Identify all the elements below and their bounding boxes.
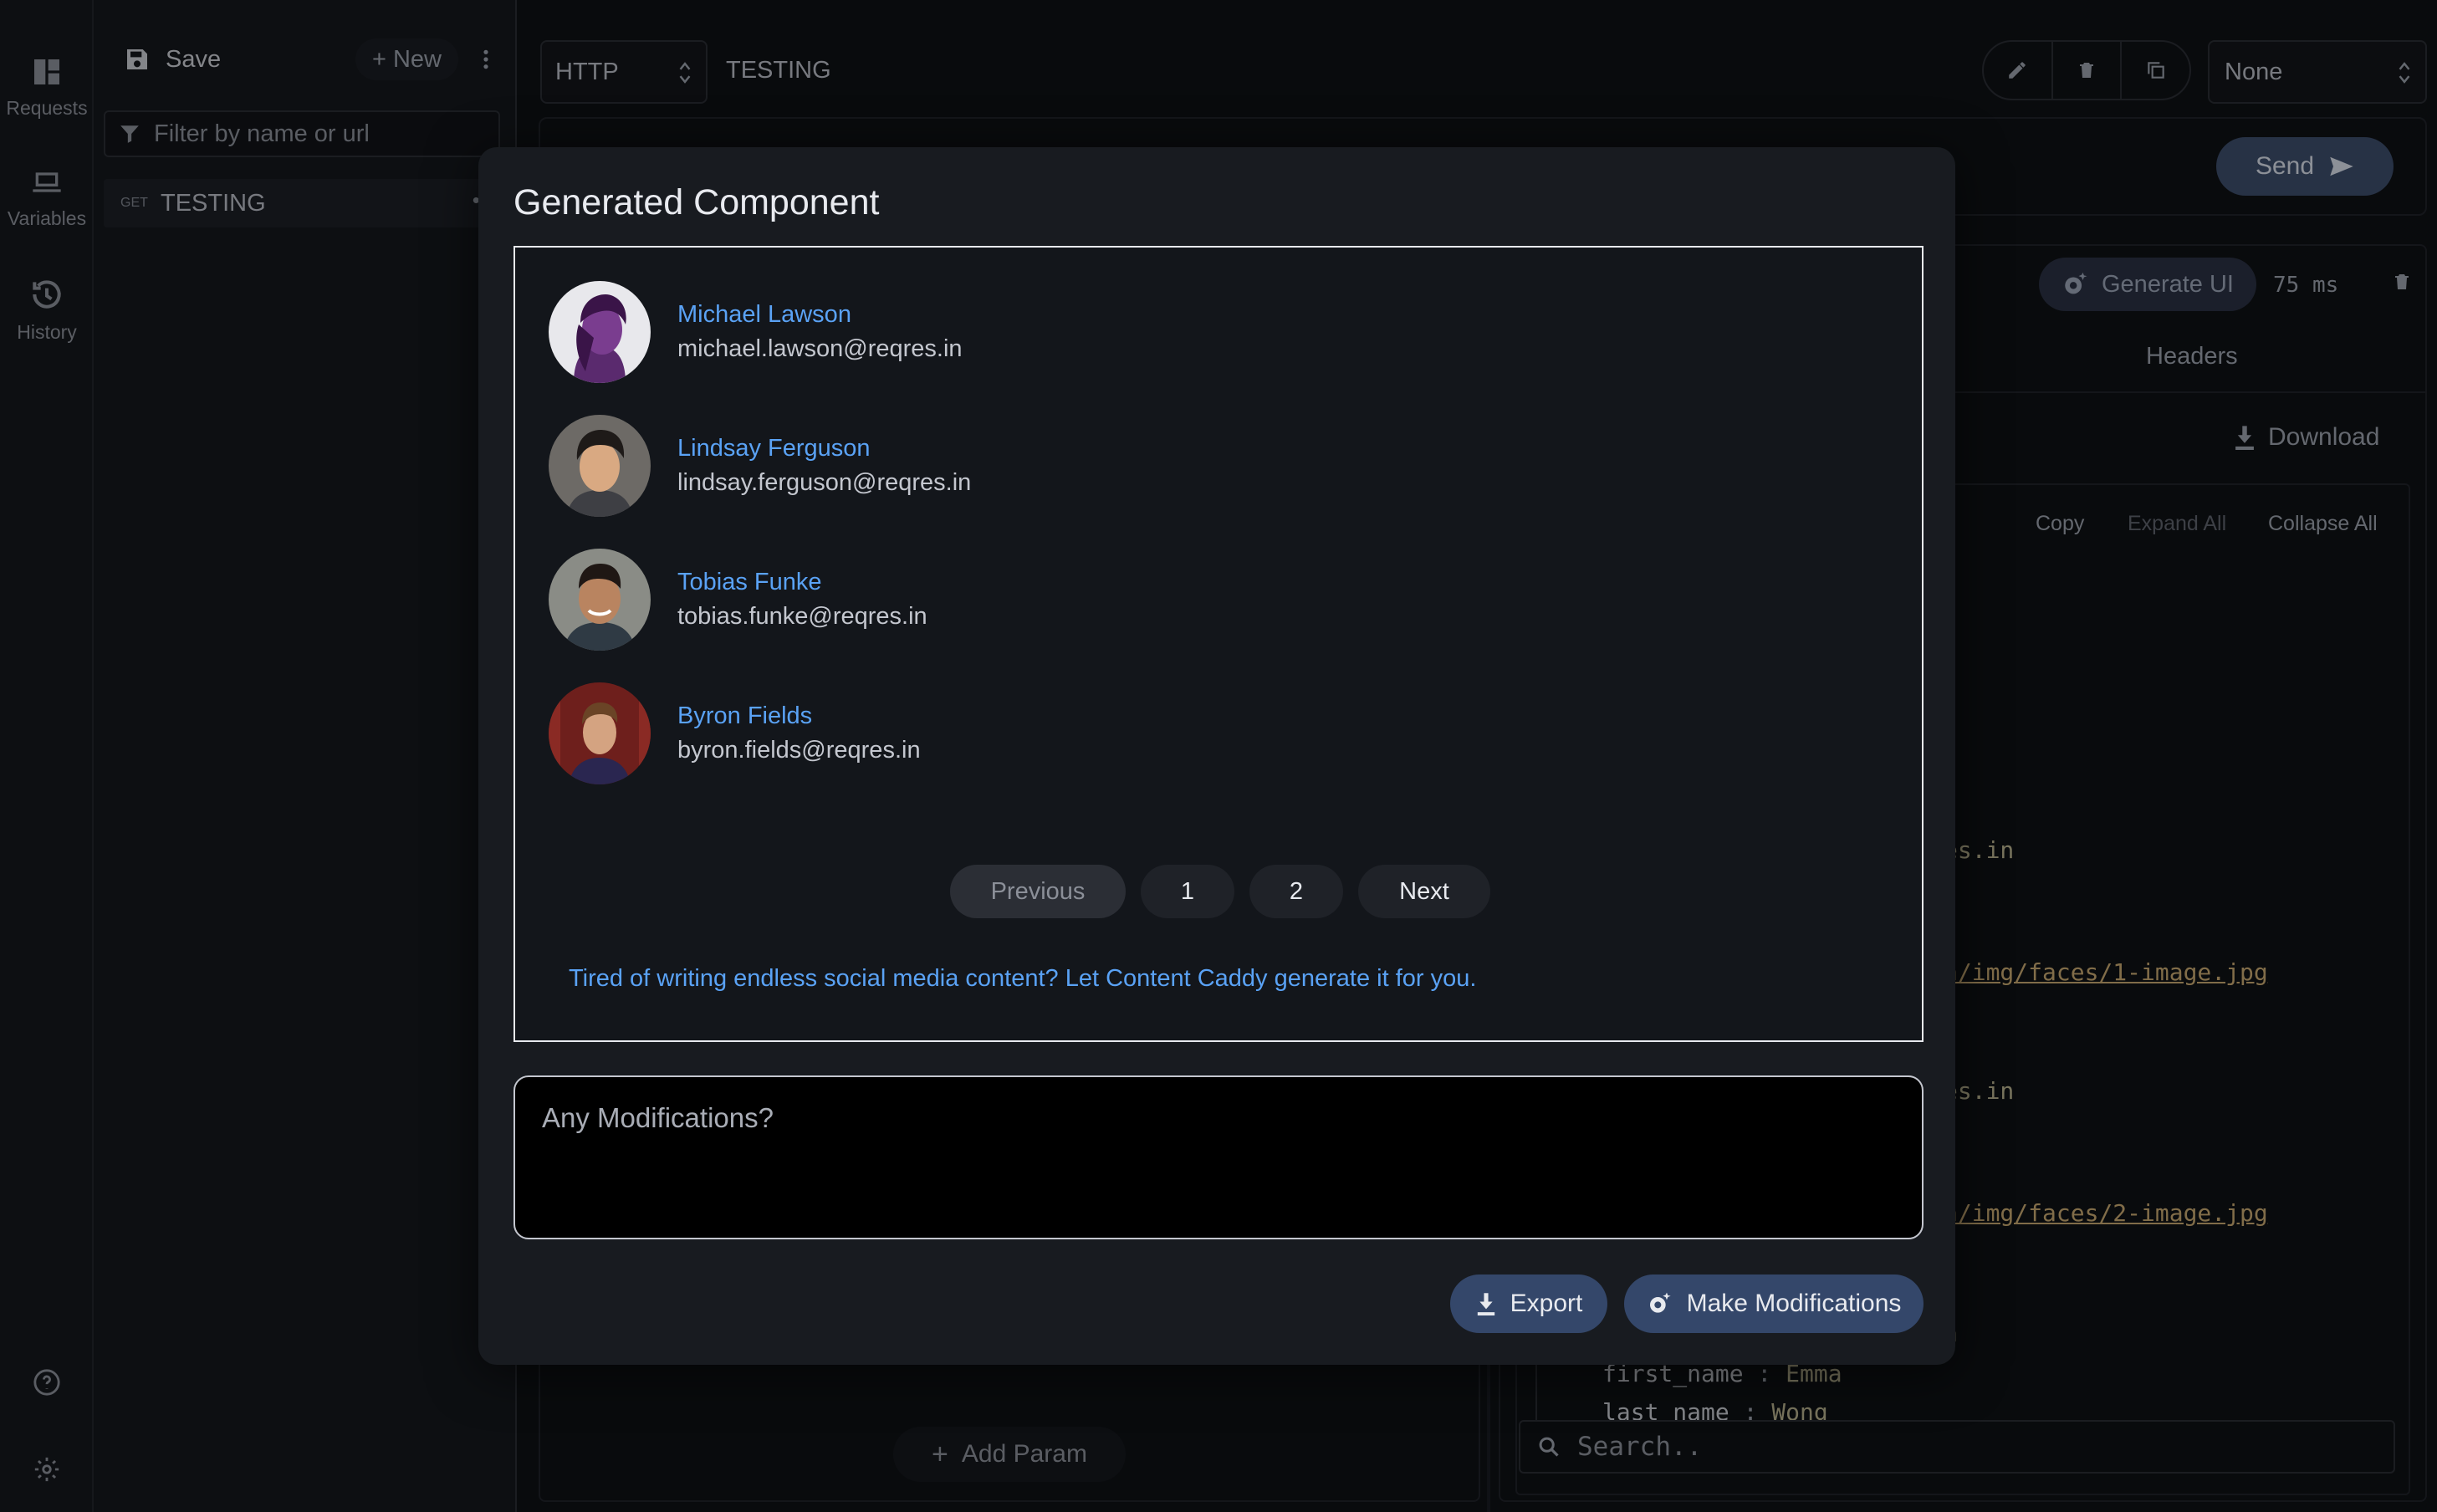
modal-title: Generated Component xyxy=(513,182,880,222)
component-preview: Michael Lawson michael.lawson@reqres.in … xyxy=(513,246,1924,1042)
next-page-button[interactable]: Next xyxy=(1358,865,1490,918)
user-email: lindsay.ferguson@reqres.in xyxy=(677,469,972,496)
page-1-button[interactable]: 1 xyxy=(1141,865,1234,918)
user-name[interactable]: Byron Fields xyxy=(677,702,921,730)
page-2-button[interactable]: 2 xyxy=(1249,865,1343,918)
sparkle-gear-icon xyxy=(1649,1292,1671,1313)
export-button[interactable]: Export xyxy=(1450,1274,1607,1333)
user-list-item: Lindsay Ferguson lindsay.ferguson@reqres… xyxy=(549,415,971,517)
make-modifications-button[interactable]: Make Modifications xyxy=(1624,1274,1924,1333)
previous-page-button[interactable]: Previous xyxy=(950,865,1126,918)
user-name[interactable]: Michael Lawson xyxy=(677,301,963,329)
avatar xyxy=(549,682,651,784)
generated-component-modal: Generated Component Michael Lawson micha… xyxy=(478,147,1955,1365)
user-list-item: Byron Fields byron.fields@reqres.in xyxy=(549,682,921,784)
user-name[interactable]: Lindsay Ferguson xyxy=(677,435,971,462)
export-label: Export xyxy=(1510,1290,1583,1317)
user-list-item: Tobias Funke tobias.funke@reqres.in xyxy=(549,549,927,651)
modifications-input[interactable]: Any Modifications? xyxy=(513,1075,1924,1239)
avatar xyxy=(549,415,651,517)
user-list-item: Michael Lawson michael.lawson@reqres.in xyxy=(549,281,963,383)
download-icon xyxy=(1477,1293,1494,1315)
promo-link[interactable]: Tired of writing endless social media co… xyxy=(569,965,1476,993)
make-modifications-label: Make Modifications xyxy=(1686,1290,1902,1317)
avatar xyxy=(549,281,651,383)
user-email: michael.lawson@reqres.in xyxy=(677,335,963,362)
user-email: tobias.funke@reqres.in xyxy=(677,603,927,630)
modifications-placeholder: Any Modifications? xyxy=(542,1102,774,1133)
avatar xyxy=(549,549,651,651)
user-email: byron.fields@reqres.in xyxy=(677,737,921,764)
pagination: Previous 1 2 Next xyxy=(950,865,1490,918)
user-name[interactable]: Tobias Funke xyxy=(677,569,927,596)
